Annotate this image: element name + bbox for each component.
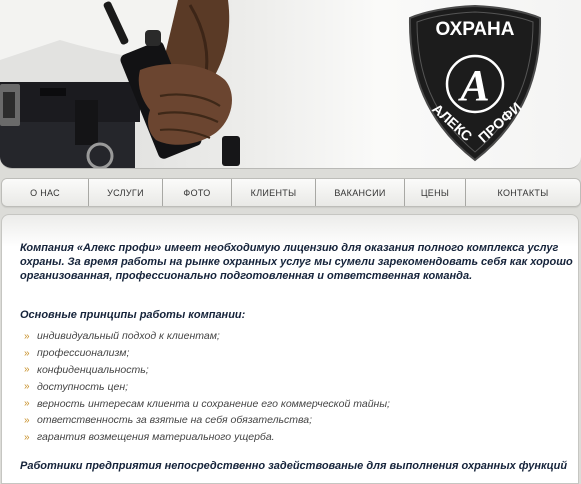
list-item-text: верность интересам клиента и сохранение … [37,397,390,410]
principles-heading: Основные принципы работы компании: [20,309,246,321]
nav-item-services[interactable]: УСЛУГИ [89,179,163,206]
bullet-icon: » [24,347,30,359]
list-item-text: гарантия возмещения материального ущерба… [37,431,275,444]
logo-top-text: ОХРАНА [436,19,515,40]
header-banner: ОХРАНА A АЛЕКС ПРОФИ [0,0,581,169]
main-content: Компания «Алекс профи» имеет необходимую… [1,214,579,484]
list-item-text: ответственность за взятые на себя обязат… [37,414,313,427]
list-item: » верность интересам клиента и сохранение… [24,395,390,412]
list-item: » индивидуальный подход к клиентам; [24,328,390,345]
bullet-icon: » [24,398,30,410]
company-logo-shield: ОХРАНА A АЛЕКС ПРОФИ [408,4,542,162]
nav-item-vacancies[interactable]: ВАКАНСИИ [316,179,405,206]
nav-item-photo[interactable]: ФОТО [163,179,232,206]
list-item-text: индивидуальный подход к клиентам; [37,330,220,343]
list-item: » доступность цен; [24,378,390,395]
nav-item-clients[interactable]: КЛИЕНТЫ [232,179,316,206]
nav-item-about[interactable]: О НАС [2,179,89,206]
bullet-icon: » [24,414,30,426]
main-nav: О НАС УСЛУГИ ФОТО КЛИЕНТЫ ВАКАНСИИ ЦЕНЫ … [1,178,581,207]
list-item: » конфиденциальность; [24,362,390,379]
list-item-text: доступность цен; [37,380,129,393]
bullet-icon: » [24,431,30,443]
logo-monogram: A [457,61,489,110]
bullet-icon: » [24,364,30,376]
list-item: » профессионализм; [24,345,390,362]
list-item: » гарантия возмещения материального ущерб… [24,429,390,446]
list-item-text: конфиденциальность; [37,363,149,376]
list-item-text: профессионализм; [37,347,130,360]
guard-photo [0,0,240,168]
intro-paragraph: Компания «Алекс профи» имеет необходимую… [20,242,573,282]
bullet-icon: » [24,330,30,342]
principles-list: » индивидуальный подход к клиентам; » проф… [24,328,390,446]
nav-item-prices[interactable]: ЦЕНЫ [405,179,466,206]
bullet-icon: » [24,381,30,393]
workers-paragraph: Работники предприятия непосредственно за… [20,460,568,472]
nav-item-contacts[interactable]: КОНТАКТЫ [466,179,580,206]
list-item: » ответственность за взятые на себя обяза… [24,412,390,429]
